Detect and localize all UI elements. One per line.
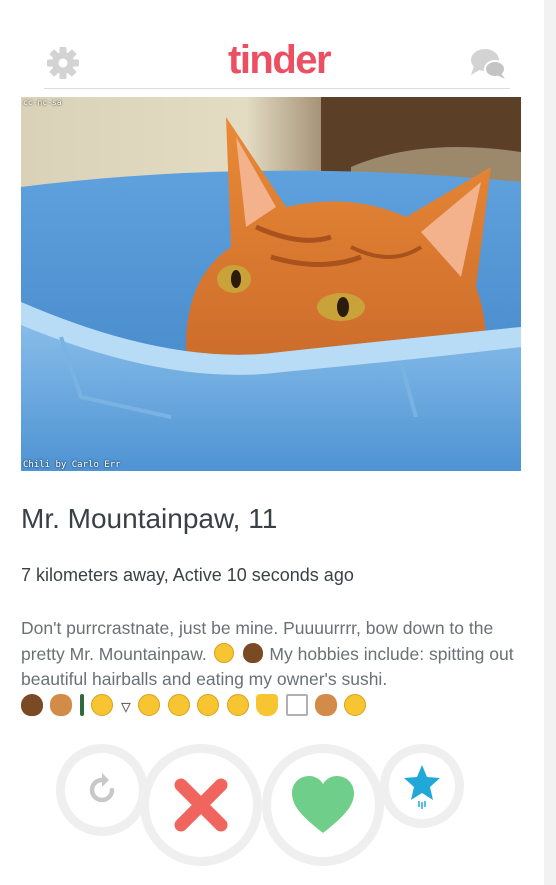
profile-bio: Don't purrcrastnate, just be mine. Puuuu… [21,616,526,693]
app-logo: tinder [228,38,332,82]
emoji-row: ▿ [21,694,369,718]
license-label: cc-nc-sa [23,98,62,107]
rewind-button[interactable] [56,744,148,836]
thumbs-up-emoji [256,694,279,716]
like-button[interactable] [262,744,384,866]
top-bar: tinder [44,36,510,89]
chopstick-emoji [79,694,84,716]
grinning-cat-emoji [138,694,161,716]
chat-bubbles-icon [471,49,506,79]
profile-photo[interactable]: cc-nc-sa Chili by Carlo Err [21,97,521,471]
action-bar [0,730,556,885]
couple-heart-emoji [315,694,338,716]
love-letter-emoji [285,694,308,716]
photo-credit: Chili by Carlo Err [23,460,121,470]
cat-in-bucket-image [21,97,521,471]
star-icon [404,765,440,809]
heart-icon [292,776,354,833]
heart-eyes-emoji [226,694,249,716]
poop-emoji [242,642,263,663]
smiling-cat-emoji [344,694,367,716]
gear-icon [47,47,79,79]
couple-heart-emoji [50,694,73,716]
rewind-icon [89,773,115,803]
cocktail-glass-emoji: ▿ [120,696,131,718]
heart-eyes-cat-emoji [213,642,234,663]
messages-button[interactable] [468,44,508,82]
settings-button[interactable] [44,44,82,82]
nope-button[interactable] [140,744,262,866]
profile-name: Mr. Mountainpaw, 11 [21,503,278,534]
smiling-cat-emoji [167,694,190,716]
superlike-button[interactable] [380,744,464,828]
poop-emoji [21,694,43,716]
profile-distance: 7 kilometers away, Active 10 seconds ago [21,565,354,585]
heart-eyes-cat-emoji [91,694,114,716]
x-icon [174,778,228,832]
neutral-face-emoji [197,694,220,716]
